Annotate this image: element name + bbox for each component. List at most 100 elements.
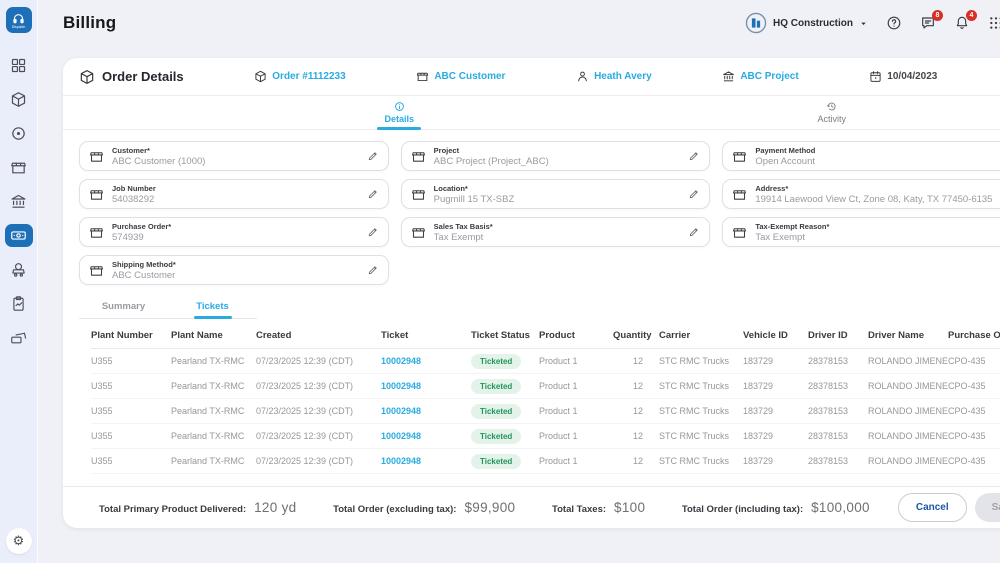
cell-driver-id: 28378153 [808,356,868,366]
apps-button[interactable] [988,15,1000,31]
bank-icon [10,193,27,210]
field-label: Project [434,146,683,156]
company-selector[interactable]: HQ Construction [745,12,868,34]
notifications-count-badge: 4 [966,10,977,21]
messages-button[interactable]: 8 [920,15,936,31]
cell-created: 07/23/2025 12:39 (CDT) [256,456,381,466]
column-header: Purchase Order [948,330,1000,341]
order-header: Order Details Order #1112233 [63,58,1000,96]
cell-ticket-status: Ticketed [471,404,539,419]
field-text: Payment Method Open Account [755,146,1000,167]
dashboard-grid-icon [10,57,27,74]
storefront-icon [89,149,104,164]
cell-purchase-order: CPO-435 [948,406,1000,416]
column-header: Carrier [659,330,743,341]
sidebar-item-projects[interactable] [5,190,33,213]
project-link[interactable]: ABC Project [722,70,798,83]
cell-ticket-status: Ticketed [471,354,539,369]
history-clock-icon [826,101,837,112]
field-card: Project ABC Project (Project_ABC) [401,141,711,171]
mixer-truck-icon [10,261,27,278]
tab-summary[interactable]: Summary [79,294,168,318]
company-name: HQ Construction [773,18,853,29]
edit-pencil-icon[interactable] [367,264,379,276]
logo-label: Dispatch [12,25,26,29]
tab-details[interactable]: Details [183,96,616,129]
cell-plant-number: U355 [91,356,171,366]
cell-plant-name: Pearland TX-RMC [171,431,256,441]
field-text: Tax-Exempt Reason* Tax Exempt [755,222,1000,243]
cell-driver-name: ROLANDO JIMENEZ [868,406,948,416]
field-text: Address* 19914 Laewood View Ct, Zone 08,… [755,184,1000,205]
notifications-button[interactable]: 4 [954,15,970,31]
column-header: Driver ID [808,330,868,341]
app-logo[interactable]: Dispatch [6,7,32,33]
field-card: Shipping Method* ABC Customer [79,255,389,285]
cell-vehicle-id: 183729 [743,431,808,441]
field-card: Customer* ABC Customer (1000) [79,141,389,171]
sidebar-item-reports[interactable] [5,292,33,315]
sidebar-item-trucks[interactable] [5,258,33,281]
save-button[interactable]: Save [975,493,1000,522]
sidebar-item-plants[interactable] [5,156,33,179]
tab-activity[interactable]: Activity [616,96,1000,129]
cell-product: Product 1 [539,431,613,441]
total-label: Total Taxes: [552,504,606,515]
cell-carrier: STC RMC Trucks [659,381,743,391]
cell-plant-name: Pearland TX-RMC [171,456,256,466]
cube-icon [79,69,95,85]
edit-pencil-icon[interactable] [367,150,379,162]
total-value: $100,000 [811,500,870,515]
total-item: Total Taxes: $100 [552,500,645,515]
field-label: Payment Method [755,146,1000,156]
edit-pencil-icon[interactable] [688,226,700,238]
messages-count-badge: 8 [932,10,943,21]
order-date: 10/04/2023 [869,70,937,83]
headphones-icon [12,12,25,25]
cell-quantity: 12 [613,356,659,366]
sidebar-item-tracking[interactable] [5,122,33,145]
sidebar-item-invoices[interactable] [5,326,33,349]
gear-icon: ⚙ [13,533,25,549]
edit-pencil-icon[interactable] [367,188,379,200]
sidebar-item-billing[interactable] [5,224,33,247]
user-link[interactable]: Heath Avery [576,70,652,83]
help-button[interactable] [886,15,902,31]
total-item: Total Primary Product Delivered: 120 yd [99,500,296,515]
cell-vehicle-id: 183729 [743,406,808,416]
field-text: Customer* ABC Customer (1000) [112,146,361,167]
edit-pencil-icon[interactable] [367,226,379,238]
field-text: Location* Pugmill 15 TX-SBZ [434,184,683,205]
cell-purchase-order: CPO-435 [948,381,1000,391]
column-header: Plant Name [171,330,256,341]
customer-link[interactable]: ABC Customer [416,70,505,83]
column-header: Ticket Status [471,330,539,341]
sidebar-item-orders[interactable] [5,88,33,111]
settings-button[interactable]: ⚙ [6,528,32,554]
status-badge: Ticketed [471,429,521,444]
ticket-link[interactable]: 10002948 [381,431,471,441]
cancel-button[interactable]: Cancel [898,493,967,522]
ticket-link[interactable]: 10002948 [381,381,471,391]
cell-carrier: STC RMC Trucks [659,356,743,366]
total-value: 120 yd [254,500,296,515]
field-card: Tax-Exempt Reason* Tax Exempt [722,217,1000,247]
main-tabs: Details Activity [63,96,1000,130]
order-number-link[interactable]: Order #1112233 [254,70,345,83]
cell-created: 07/23/2025 12:39 (CDT) [256,356,381,366]
ticket-link[interactable]: 10002948 [381,406,471,416]
storefront-icon [732,225,747,240]
column-header: Product [539,330,613,341]
status-badge: Ticketed [471,379,521,394]
edit-pencil-icon[interactable] [688,188,700,200]
sidebar-item-dashboard[interactable] [5,54,33,77]
ticket-link[interactable]: 10002948 [381,456,471,466]
column-header: Plant Number [91,330,171,341]
table-body: U355 Pearland TX-RMC 07/23/2025 12:39 (C… [91,349,1000,474]
tab-tickets[interactable]: Tickets [168,294,257,318]
field-text: Project ABC Project (Project_ABC) [434,146,683,167]
column-header: Ticket [381,330,471,341]
total-value: $100 [614,500,645,515]
ticket-link[interactable]: 10002948 [381,356,471,366]
edit-pencil-icon[interactable] [688,150,700,162]
